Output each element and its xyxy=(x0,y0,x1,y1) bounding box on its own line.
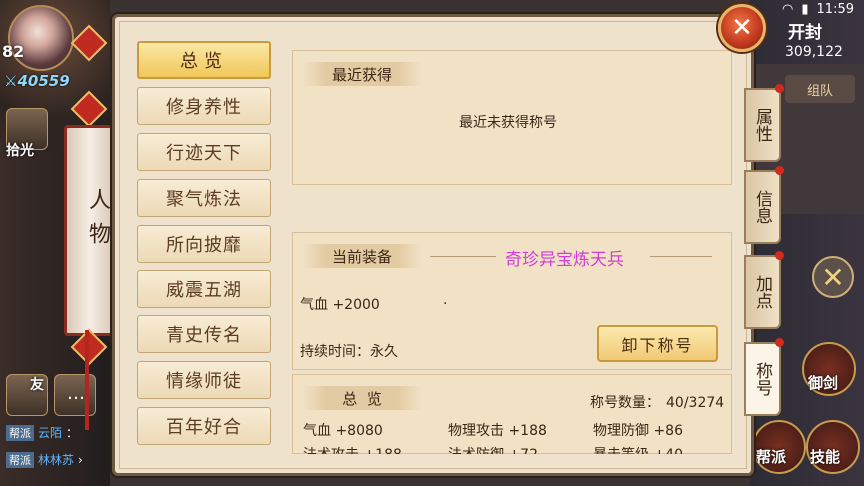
nav-invincible[interactable]: 所向披靡 xyxy=(137,225,271,263)
power-icon: ⚔ xyxy=(4,72,18,90)
nav-travel[interactable]: 行迹天下 xyxy=(137,133,271,171)
overview-stat: 物理防御 +86 xyxy=(593,423,683,439)
overview-stat: 法术攻击 +188 xyxy=(303,444,402,454)
location-name: 开封 xyxy=(788,23,822,43)
notification-dot-icon xyxy=(775,251,784,260)
chat-line-1[interactable]: 帮派 云陌 ： xyxy=(6,424,78,441)
pickup-label: 拾光 xyxy=(6,143,34,159)
friend-label: 友 xyxy=(30,377,44,393)
player-avatar[interactable] xyxy=(8,5,74,71)
notification-dot-icon xyxy=(775,84,784,93)
chat-name: 林林苏 xyxy=(38,453,75,467)
chat-tag: 帮派 xyxy=(6,424,34,441)
recent-empty-text: 最近未获得称号 xyxy=(459,115,557,131)
nav-cultivation[interactable]: 修身养性 xyxy=(137,87,271,125)
tab-attributes[interactable]: 属性 xyxy=(744,88,781,162)
recent-title: 最近获得 xyxy=(302,62,422,86)
character-banner: 人物 xyxy=(64,125,116,336)
notification-dot-icon xyxy=(775,338,784,347)
nav-qi-refining[interactable]: 聚气炼法 xyxy=(137,179,271,217)
chat-bubble-button[interactable]: … xyxy=(54,374,96,416)
unequip-title-button[interactable]: 卸下称号 xyxy=(597,325,718,362)
equipped-dot: . xyxy=(443,292,448,308)
nav-history[interactable]: 青史传名 xyxy=(137,315,271,353)
tassel-ornament xyxy=(85,330,89,430)
overview-stat: 气血 +8080 xyxy=(303,423,383,439)
close-icon: ✕ xyxy=(731,13,753,43)
status-bar: ◠ ▮ 11:59 xyxy=(782,0,854,18)
status-time: 11:59 xyxy=(816,1,854,17)
duration-label: 持续时间：永久 xyxy=(300,341,398,361)
overview-title: 总 览 xyxy=(302,386,422,410)
nav-renown[interactable]: 威震五湖 xyxy=(137,270,271,308)
banner-title: 人物 xyxy=(85,188,110,256)
equipped-title: 当前装备 xyxy=(302,244,422,268)
location-value: 309,122 xyxy=(785,44,843,60)
nav-marriage[interactable]: 百年好合 xyxy=(137,407,271,445)
chat-line-2[interactable]: 帮派 林林苏 › xyxy=(6,451,83,468)
title-count: 称号数量： 40/3274 xyxy=(590,392,724,412)
sword-flight-label: 御剑 xyxy=(808,374,839,392)
overview-stat: 暴击等级 +40 xyxy=(593,444,683,454)
nav-bonds-mentor[interactable]: 情缘师徒 xyxy=(137,361,271,399)
notification-dot-icon xyxy=(775,166,784,175)
close-panel-button[interactable]: ✕ xyxy=(718,4,766,52)
chat-bubble-icon: … xyxy=(67,383,85,404)
chat-extra: ： xyxy=(66,426,79,440)
skill-label: 技能 xyxy=(810,448,841,466)
power-value: 40559 xyxy=(17,72,70,90)
overview-stat: 法术防御 +72 xyxy=(448,444,538,454)
wifi-icon: ◠ xyxy=(782,1,794,17)
tab-add-points[interactable]: 加点 xyxy=(744,255,781,329)
ornament-line xyxy=(430,256,496,257)
chat-extra: › xyxy=(78,452,83,467)
team-button[interactable]: 组队 xyxy=(785,75,855,103)
tab-titles[interactable]: 称号 xyxy=(744,342,781,416)
equipped-title-name: 奇珍异宝炼天兵 xyxy=(505,250,624,270)
player-power: ⚔40559 xyxy=(4,72,70,90)
hud-close-icon[interactable]: ✕ xyxy=(812,256,854,298)
tab-info[interactable]: 信息 xyxy=(744,170,781,244)
title-count-label: 称号数量： xyxy=(590,395,660,411)
battery-icon: ▮ xyxy=(801,1,809,17)
ornament-line xyxy=(650,256,712,257)
title-count-value: 40/3274 xyxy=(666,395,725,411)
duration-value: 永久 xyxy=(370,344,398,360)
overview-clip: 法术攻击 +188 法术防御 +72 暴击等级 +40 xyxy=(292,444,732,454)
chat-tag: 帮派 xyxy=(6,451,34,468)
nav-overview[interactable]: 总览 xyxy=(137,41,271,79)
player-level: 82 xyxy=(2,42,25,61)
overview-stat: 物理攻击 +188 xyxy=(448,423,547,439)
equipped-stat: 气血 +2000 xyxy=(300,297,380,313)
duration-label-text: 持续时间： xyxy=(300,344,370,360)
guild-label: 帮派 xyxy=(756,448,787,466)
chat-name: 云陌 xyxy=(38,426,63,440)
